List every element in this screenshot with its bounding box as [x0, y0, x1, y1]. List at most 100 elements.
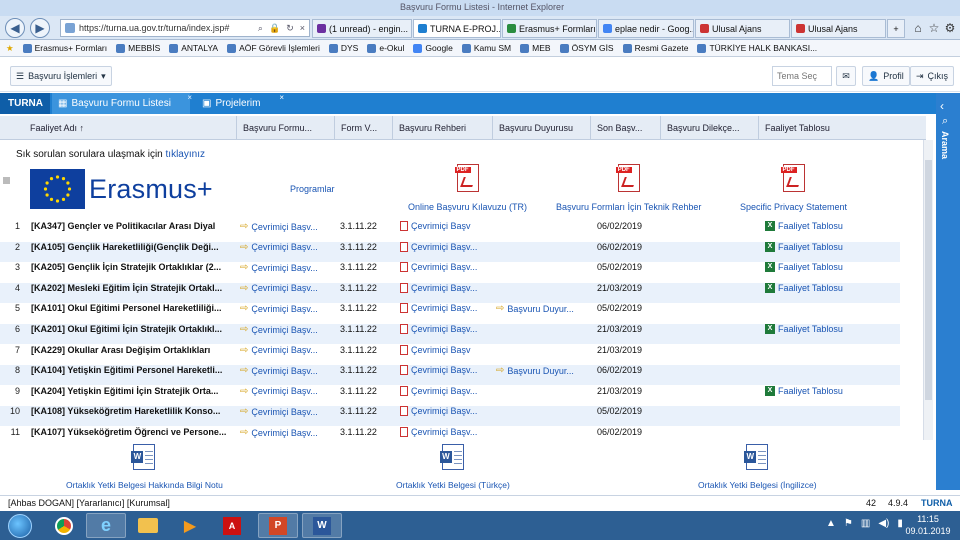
lock-icon[interactable]: 🔒 — [269, 23, 280, 34]
applications-menu-button[interactable]: ☰ Başvuru İşlemleri ▾ — [10, 66, 112, 86]
column-header[interactable]: Form V... — [334, 116, 392, 139]
activity-table-link[interactable]: X Faaliyet Tablosu — [765, 262, 843, 273]
search-side-panel[interactable]: ‹ ⌕ Arama — [936, 93, 960, 490]
favorite-link[interactable]: Resmi Gazete — [622, 43, 688, 53]
taskbar-chrome[interactable] — [44, 513, 84, 538]
pdf-download-guide[interactable]: PDF Online Başvuru Kılavuzu (TR) — [408, 164, 527, 212]
settings-gear-icon[interactable]: ⚙ — [940, 18, 960, 38]
online-form-link[interactable]: ⇨ Çevrimiçi Başv... — [240, 303, 318, 314]
online-form-link[interactable]: ⇨ Çevrimiçi Başv... — [240, 386, 318, 397]
doc-download-english[interactable]: W Ortaklık Yetki Belgesi (İngilizce) — [698, 444, 817, 490]
notice-link[interactable]: ⇨ Başvuru Duyur... — [496, 303, 574, 314]
search-icon[interactable]: ⌕ — [258, 23, 263, 34]
taskbar-acrobat[interactable]: A — [212, 513, 252, 538]
tab-close-icon[interactable]: × — [279, 93, 284, 102]
favorite-link[interactable]: MEBBİS — [116, 43, 160, 53]
activity-name[interactable]: [KA202] Mesleki Eğitim İçin Stratejik Or… — [31, 283, 226, 293]
activity-name[interactable]: [KA347] Gençler ve Politikacılar Arası D… — [31, 221, 226, 231]
browser-tab[interactable]: Ulusal Ajans — [791, 19, 886, 38]
guide-link[interactable]: Çevrimiçi Başv... — [400, 324, 477, 334]
logout-button[interactable]: ⇥ Çıkış — [910, 66, 955, 86]
taskbar-powerpoint[interactable]: P — [258, 513, 298, 538]
guide-link[interactable]: Çevrimiçi Başv — [400, 221, 471, 231]
activity-table-link[interactable]: X Faaliyet Tablosu — [765, 221, 843, 231]
column-header[interactable]: Son Başv... — [590, 116, 660, 139]
favorite-link[interactable]: MEB — [520, 43, 551, 53]
activity-name[interactable]: [KA205] Gençlik İçin Stratejik Ortaklıkl… — [31, 262, 226, 272]
browser-tab[interactable]: eplae nedir - Goog... — [598, 19, 694, 38]
favorites-star-icon[interactable]: ★ — [6, 43, 14, 54]
column-header[interactable]: Faaliyet Adı ↑ — [0, 116, 236, 139]
browser-tab[interactable]: (1 unread) - engin... — [312, 19, 412, 38]
online-form-link[interactable]: ⇨ Çevrimiçi Başv... — [240, 242, 318, 253]
taskbar-word[interactable]: W — [302, 513, 342, 538]
activity-name[interactable]: [KA108] Yükseköğretim Hareketlilik Konso… — [31, 406, 226, 416]
activity-name[interactable]: [KA101] Okul Eğitimi Personel Hareketlil… — [31, 303, 226, 313]
collapse-icon[interactable]: ‹ — [940, 99, 944, 113]
guide-link[interactable]: Çevrimiçi Başv... — [400, 427, 477, 437]
back-button[interactable]: ◀ — [5, 18, 25, 38]
tab-basvuru-formu-listesi[interactable]: ▦ Başvuru Formu Listesi × — [52, 93, 192, 114]
guide-link[interactable]: Çevrimiçi Başv... — [400, 262, 477, 273]
refresh-icon[interactable]: ↻ — [286, 23, 294, 34]
guide-link[interactable]: Çevrimiçi Başv... — [400, 303, 477, 314]
faq-link[interactable]: tıklayınız — [166, 149, 205, 160]
table-row[interactable]: 9 [KA204] Yetişkin Eğitimi İçin Stratejik… — [0, 385, 900, 406]
column-header[interactable]: Başvuru Rehberi — [392, 116, 492, 139]
activity-name[interactable]: [KA105] Gençlik Hareketliliği(Gençlik De… — [31, 242, 226, 252]
activity-name[interactable]: [KA104] Yetişkin Eğitimi Personel Hareke… — [31, 365, 226, 375]
row-expander-icon[interactable] — [3, 177, 10, 184]
taskbar-media-player[interactable]: ▶ — [170, 513, 210, 538]
table-row[interactable]: 6 [KA201] Okul Eğitimi İçin Stratejik Ort… — [0, 324, 900, 344]
table-row[interactable]: 2 [KA105] Gençlik Hareketliliği(Gençlik D… — [0, 241, 900, 262]
online-form-link[interactable]: ⇨ Çevrimiçi Başv... — [240, 406, 318, 417]
column-header[interactable]: Başvuru Dilekçe... — [660, 116, 758, 139]
mail-button[interactable]: ✉ — [836, 66, 856, 86]
activity-name[interactable]: [KA204] Yetişkin Eğitimi İçin Stratejik … — [31, 386, 226, 396]
online-form-link[interactable]: ⇨ Çevrimiçi Başv... — [240, 221, 318, 232]
activity-name[interactable]: [KA201] Okul Eğitimi İçin Stratejik Orta… — [31, 324, 226, 334]
action-center-icon[interactable]: ⚑ — [844, 518, 853, 529]
theme-select[interactable] — [772, 66, 832, 86]
guide-link[interactable]: Çevrimiçi Başv... — [400, 241, 477, 252]
tab-projelerim[interactable]: ▣ Projelerim × — [196, 93, 284, 114]
favorite-link[interactable]: DYS — [328, 43, 358, 53]
browser-tab[interactable]: Erasmus+ Formları... — [502, 19, 597, 38]
forward-button[interactable]: ▶ — [30, 18, 50, 38]
table-row[interactable]: 4 [KA202] Mesleki Eğitim İçin Stratejik O… — [0, 282, 900, 303]
favorite-link[interactable]: Erasmus+ Formları — [22, 43, 107, 53]
online-form-link[interactable]: ⇨ Çevrimiçi Başv... — [240, 365, 318, 376]
scrollbar-thumb[interactable] — [925, 160, 932, 400]
activity-name[interactable]: [KA107] Yükseköğretim Öğrenci ve Persone… — [31, 427, 226, 437]
guide-link[interactable]: Çevrimiçi Başv... — [400, 385, 477, 396]
favorite-link[interactable]: ANTALYA — [169, 43, 218, 53]
favorite-link[interactable]: ÖSYM GİS — [559, 43, 614, 53]
activity-table-link[interactable]: X Faaliyet Tablosu — [765, 241, 843, 252]
doc-download-turkish[interactable]: W Ortaklık Yetki Belgesi (Türkçe) — [396, 444, 510, 490]
browser-tab-active[interactable]: TURNA E-PROJ...× — [413, 19, 501, 38]
favorite-link[interactable]: TÜRKİYE HALK BANKASI... — [697, 43, 817, 53]
online-form-link[interactable]: ⇨ Çevrimiçi Başv... — [240, 283, 318, 294]
table-row[interactable]: 5 [KA101] Okul Eğitimi Personel Hareketli… — [0, 303, 900, 323]
online-form-link[interactable]: ⇨ Çevrimiçi Başv... — [240, 345, 318, 356]
guide-link[interactable]: Çevrimiçi Başv... — [400, 365, 477, 376]
guide-link[interactable]: Çevrimiçi Başv — [400, 344, 471, 355]
table-row[interactable]: 10 [KA108] Yükseköğretim Hareketlilik Kon… — [0, 406, 900, 427]
online-form-link[interactable]: ⇨ Çevrimiçi Başv... — [240, 262, 318, 273]
table-row[interactable]: 7 [KA229] Okullar Arası Değişim Ortaklıkl… — [0, 344, 900, 365]
programs-link[interactable]: Programlar — [290, 184, 335, 194]
vertical-scrollbar[interactable] — [923, 140, 933, 440]
favorite-link[interactable]: Google — [413, 43, 453, 53]
notice-link[interactable]: ⇨ Başvuru Duyur... — [496, 365, 574, 376]
new-tab-button[interactable]: + — [887, 19, 905, 38]
activity-table-link[interactable]: X Faaliyet Tablosu — [765, 385, 843, 396]
online-form-link[interactable]: ⇨ Çevrimiçi Başv... — [240, 324, 318, 335]
favorite-link[interactable]: Kamu SM — [461, 43, 511, 53]
pdf-download-privacy[interactable]: PDF Specific Privacy Statement — [740, 164, 847, 212]
favorite-link[interactable]: e-Okul — [367, 43, 404, 53]
tab-close-icon[interactable]: × — [187, 93, 192, 102]
doc-download-info-note[interactable]: W Ortaklık Yetki Belgesi Hakkında Bilgi … — [66, 444, 223, 490]
pdf-download-technical[interactable]: PDF Başvuru Formları İçin Teknik Rehber — [556, 164, 701, 212]
guide-link[interactable]: Çevrimiçi Başv... — [400, 406, 477, 417]
tray-expand-icon[interactable]: ▲ — [826, 518, 836, 529]
